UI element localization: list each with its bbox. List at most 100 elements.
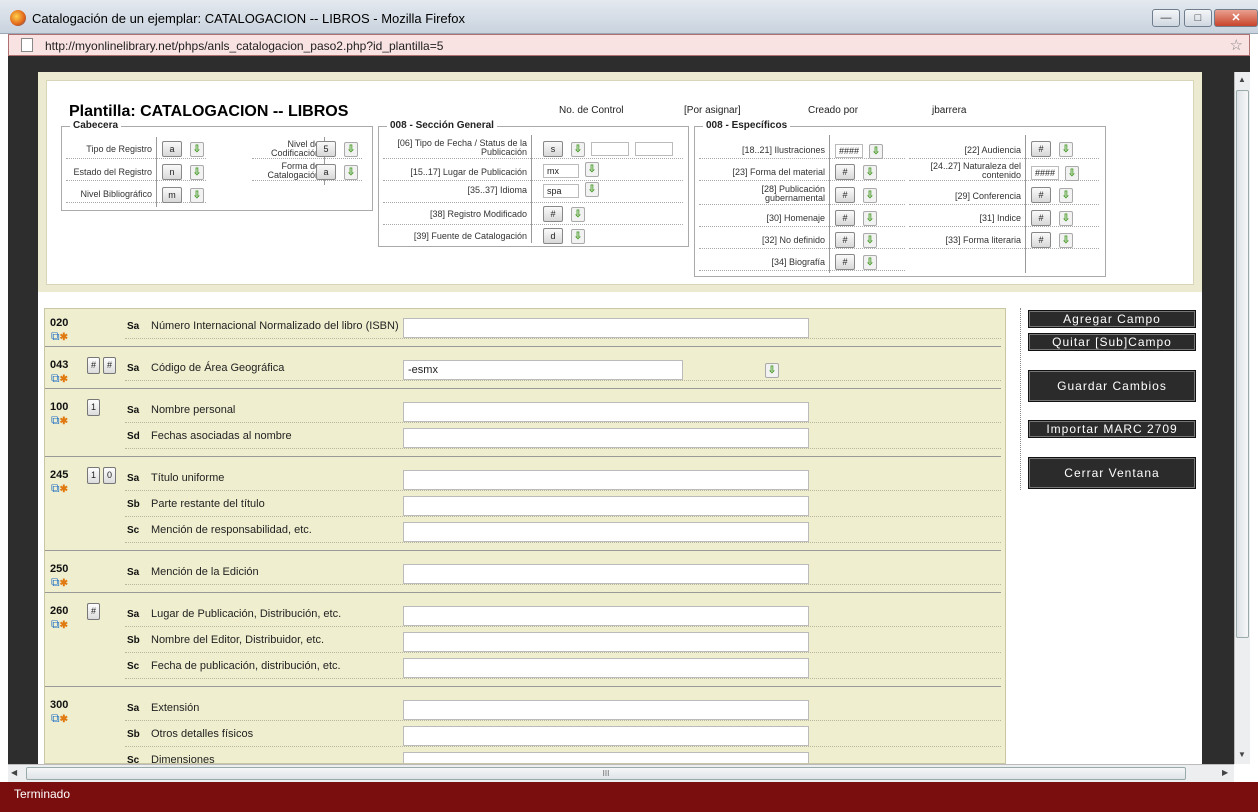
agregar-campo-button[interactable]: Agregar Campo [1028,310,1196,328]
arrow-down-icon[interactable]: ⇩ [1065,166,1079,181]
subfield-input[interactable] [403,726,809,746]
close-button[interactable]: ✕ [1214,9,1258,27]
edit-field-icon[interactable]: ⧉✱ [51,371,68,386]
arrow-down-icon[interactable]: ⇩ [571,207,585,222]
maximize-button[interactable]: □ [1184,9,1212,27]
nivel-bibliografico-value[interactable]: m [162,187,182,203]
registro-mod-value[interactable]: # [543,206,563,222]
lugar-input[interactable]: mx [543,164,579,178]
subfield-input[interactable] [403,606,809,626]
subfield-input[interactable] [403,522,809,542]
indicator-button[interactable]: 0 [103,467,116,484]
edit-field-icon[interactable]: ⧉✱ [51,711,68,726]
arrow-down-icon[interactable]: ⇩ [190,188,204,203]
indice-value[interactable]: # [1031,210,1051,226]
indicator-button[interactable]: # [87,603,100,620]
edit-field-icon[interactable]: ⧉✱ [51,575,68,590]
arrow-down-icon[interactable]: ⇩ [571,142,585,157]
indicator-button[interactable]: # [87,357,100,374]
arrow-down-icon[interactable]: ⇩ [344,165,358,180]
subfield-input[interactable] [403,752,809,763]
pub-gub-value[interactable]: # [835,187,855,203]
conferencia-value[interactable]: # [1031,187,1051,203]
indicator-button[interactable]: 1 [87,467,100,484]
arrow-down-icon[interactable]: ⇩ [190,165,204,180]
naturaleza-input[interactable]: #### [1031,166,1059,180]
edit-field-icon[interactable]: ⧉✱ [51,617,68,632]
minimize-button[interactable]: — [1152,9,1180,27]
arrow-down-icon[interactable]: ⇩ [863,165,877,180]
arrow-down-icon[interactable]: ⇩ [344,142,358,157]
arrow-down-icon[interactable]: ⇩ [1059,211,1073,226]
arrow-down-icon[interactable]: ⇩ [190,142,204,157]
importar-marc-button[interactable]: Importar MARC 2709 [1028,420,1196,438]
subfield-input[interactable] [403,700,809,720]
indicator-button[interactable]: # [103,357,116,374]
guardar-cambios-button[interactable]: Guardar Cambios [1028,370,1196,402]
subfield-input[interactable]: -esmx [403,360,683,380]
subfield-input[interactable] [403,428,809,448]
ilustraciones-input[interactable]: #### [835,144,863,158]
window-titlebar: Catalogación de un ejemplar: CATALOGACIO… [0,0,1258,34]
edit-field-icon[interactable]: ⧉✱ [51,481,68,496]
arrow-down-icon[interactable]: ⇩ [863,188,877,203]
arrow-down-icon[interactable]: ⇩ [863,255,877,270]
horizontal-scrollbar[interactable]: ◀ III ▶ [8,764,1234,782]
fuente-value[interactable]: d [543,228,563,244]
subfield-input[interactable] [403,402,809,422]
quitar-subcampo-button[interactable]: Quitar [Sub]Campo [1028,333,1196,351]
arrow-down-icon[interactable]: ⇩ [765,363,779,378]
status-text: Terminado [14,787,71,801]
vertical-scroll-thumb[interactable] [1236,90,1249,638]
subfield-input[interactable] [403,632,809,652]
forma-material-value[interactable]: # [835,164,855,180]
arrow-down-icon[interactable]: ⇩ [571,229,585,244]
tipo-registro-value[interactable]: a [162,141,182,157]
scroll-right-icon[interactable]: ▶ [1222,768,1228,777]
fecha2-input[interactable] [635,142,673,156]
add-subfield-icon[interactable]: ✱ [60,332,68,343]
horizontal-scroll-thumb[interactable]: III [26,767,1186,780]
subfield-input[interactable] [403,318,809,338]
scroll-down-icon[interactable]: ▼ [1238,750,1246,759]
idioma-input[interactable]: spa [543,184,579,198]
nivel-codificacion-value[interactable]: 5 [316,141,336,157]
arrow-down-icon[interactable]: ⇩ [1059,142,1073,157]
subfield-input[interactable] [403,496,809,516]
subfield-input[interactable] [403,658,809,678]
url-text[interactable]: http://myonlinelibrary.net/phps/anls_cat… [45,39,443,53]
forma-literaria-value[interactable]: # [1031,232,1051,248]
indicator-button[interactable]: 1 [87,399,100,416]
subfield-input[interactable] [403,470,809,490]
arrow-down-icon[interactable]: ⇩ [863,211,877,226]
tipo-fecha-value[interactable]: s [543,141,563,157]
add-subfield-icon[interactable]: ✱ [60,484,68,495]
cerrar-ventana-button[interactable]: Cerrar Ventana [1028,457,1196,489]
audiencia-value[interactable]: # [1031,141,1051,157]
homenaje-value[interactable]: # [835,210,855,226]
add-subfield-icon[interactable]: ✱ [60,374,68,385]
estado-registro-value[interactable]: n [162,164,182,180]
add-subfield-icon[interactable]: ✱ [60,578,68,589]
forma-catalogacion-value[interactable]: a [316,164,336,180]
arrow-down-icon[interactable]: ⇩ [585,162,599,177]
vertical-scrollbar[interactable]: ▲ ▼ [1234,72,1250,764]
add-subfield-icon[interactable]: ✱ [60,714,68,725]
arrow-down-icon[interactable]: ⇩ [869,144,883,159]
arrow-down-icon[interactable]: ⇩ [863,233,877,248]
address-bar[interactable]: http://myonlinelibrary.net/phps/anls_cat… [8,34,1250,56]
edit-field-icon[interactable]: ⧉✱ [51,329,68,344]
fecha1-input[interactable] [591,142,629,156]
add-subfield-icon[interactable]: ✱ [60,620,68,631]
arrow-down-icon[interactable]: ⇩ [1059,188,1073,203]
arrow-down-icon[interactable]: ⇩ [585,182,599,197]
add-subfield-icon[interactable]: ✱ [60,416,68,427]
no-definido-value[interactable]: # [835,232,855,248]
scroll-up-icon[interactable]: ▲ [1238,75,1246,84]
bookmark-star-icon[interactable]: ☆ [1230,36,1243,54]
edit-field-icon[interactable]: ⧉✱ [51,413,68,428]
subfield-input[interactable] [403,564,809,584]
scroll-left-icon[interactable]: ◀ [11,768,17,777]
arrow-down-icon[interactable]: ⇩ [1059,233,1073,248]
biografia-value[interactable]: # [835,254,855,270]
